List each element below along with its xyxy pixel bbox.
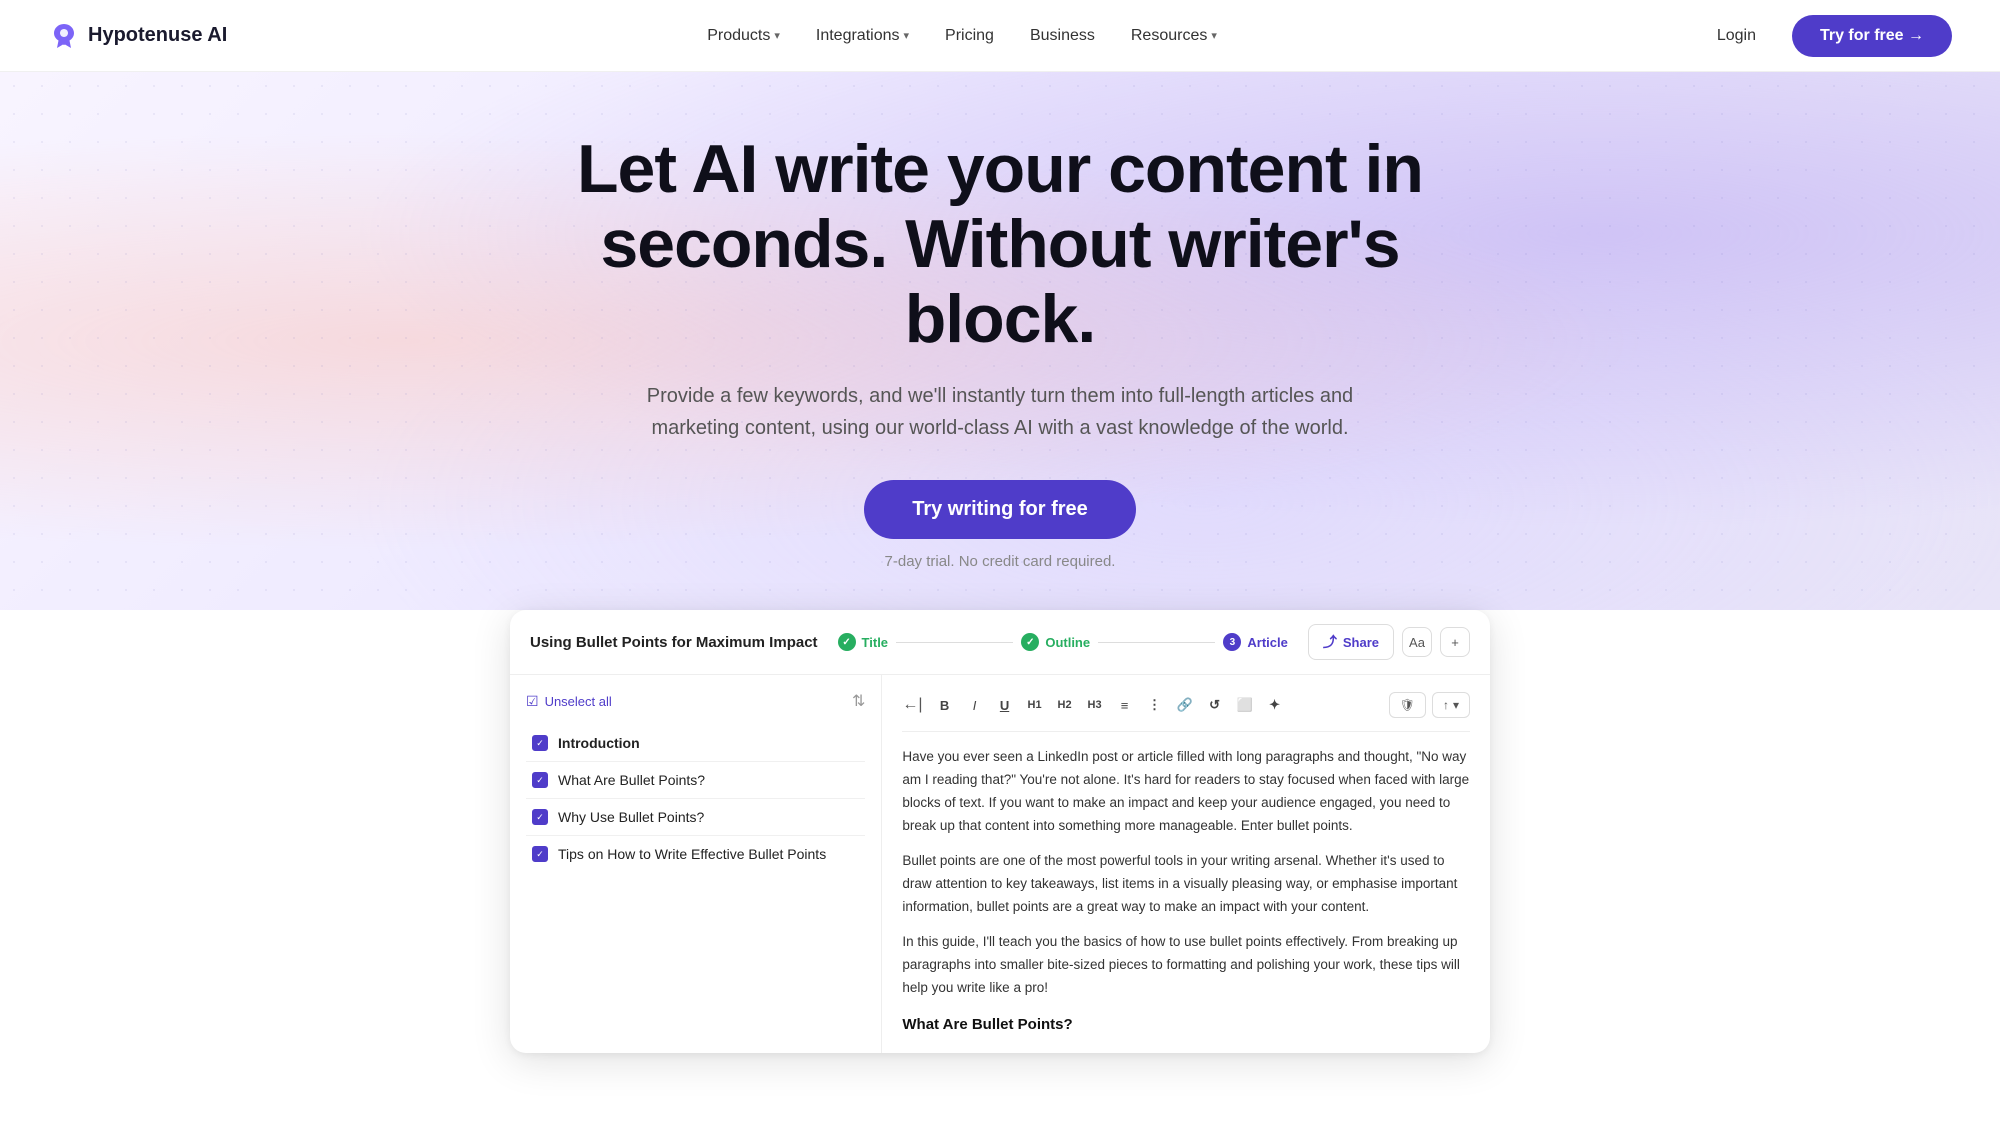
share-button[interactable]: ⤴ Share	[1308, 624, 1394, 660]
plus-icon: +	[1451, 635, 1459, 650]
nav-actions: Login Try for free →	[1697, 15, 1952, 57]
check-box[interactable]: ✓	[532, 809, 548, 825]
h3-button[interactable]: H3	[1081, 691, 1109, 719]
h2-button[interactable]: H2	[1051, 691, 1079, 719]
step-line-2	[1098, 642, 1215, 643]
logo[interactable]: Hypotenuse AI	[48, 20, 227, 52]
nav-item-integrations[interactable]: Integrations ▾	[800, 19, 925, 53]
step-article-label: Article	[1247, 635, 1287, 650]
article-paragraph-1: Have you ever seen a LinkedIn post or ar…	[902, 746, 1470, 838]
step-article: 3 Article	[1223, 633, 1287, 651]
chevron-down-icon: ▾	[774, 29, 780, 42]
nav-item-pricing[interactable]: Pricing	[929, 19, 1010, 53]
hero-section: Let AI write your content in seconds. Wi…	[0, 72, 2000, 610]
add-button[interactable]: +	[1440, 627, 1470, 657]
outline-item-tips: ✓ Tips on How to Write Effective Bullet …	[526, 836, 865, 872]
image-button[interactable]: ⬜	[1231, 691, 1259, 719]
login-button[interactable]: Login	[1697, 19, 1776, 53]
shield-button[interactable]: 🛡	[1389, 692, 1426, 718]
hero-title: Let AI write your content in seconds. Wi…	[550, 132, 1450, 356]
toolbar-right: 🛡 ↑ ▾	[1389, 692, 1470, 718]
h1-button[interactable]: H1	[1021, 691, 1049, 719]
step-check-icon: ✓	[838, 633, 856, 651]
share-icon: ⤴	[1323, 632, 1337, 652]
outline-item-label: What Are Bullet Points?	[558, 772, 705, 788]
step-title-label: Title	[862, 635, 889, 650]
step-check-icon: ✓	[1021, 633, 1039, 651]
translate-icon: Aa	[1409, 635, 1425, 650]
step-num-icon: 3	[1223, 633, 1241, 651]
translate-button[interactable]: Aa	[1402, 627, 1432, 657]
hero-subtitle: Provide a few keywords, and we'll instan…	[640, 380, 1360, 444]
navbar: Hypotenuse AI Products ▾ Integrations ▾ …	[0, 0, 2000, 72]
demo-header: Using Bullet Points for Maximum Impact ✓…	[510, 610, 1490, 675]
outline-item-what: ✓ What Are Bullet Points?	[526, 762, 865, 799]
demo-body: ☑ Unselect all ⇅ ✓ Introduction ✓ What A…	[510, 675, 1490, 1053]
link-button[interactable]: 🔗	[1171, 691, 1199, 719]
editor-toolbar: B I U H1 H2 H3 ≡ ⋮ 🔗 ↺ ⬜ ✦	[931, 691, 1470, 719]
outline-item-introduction: ✓ Introduction	[526, 725, 865, 762]
outline-item-why: ✓ Why Use Bullet Points?	[526, 799, 865, 836]
article-paragraph-2: Bullet points are one of the most powerf…	[902, 850, 1470, 919]
checkbox-icon: ☑	[526, 693, 539, 710]
nav-item-business[interactable]: Business	[1014, 19, 1111, 53]
demo-header-right: ⤴ Share Aa +	[1308, 624, 1470, 660]
outline-item-label: Why Use Bullet Points?	[558, 809, 704, 825]
extra-button[interactable]: ✦	[1261, 691, 1289, 719]
chevron-down-icon: ▾	[1453, 698, 1459, 712]
demo-right-panel: ←| B I U H1 H2 H3 ≡ ⋮ 🔗 ↺ ⬜ ✦	[882, 675, 1490, 1053]
demo-steps: ✓ Title ✓ Outline 3 Article	[838, 633, 1288, 651]
step-outline: ✓ Outline	[1021, 633, 1090, 651]
left-toolbar: ☑ Unselect all ⇅	[526, 691, 865, 711]
logo-text: Hypotenuse AI	[88, 24, 227, 47]
article-subheading: What Are Bullet Points?	[902, 1012, 1470, 1038]
try-free-button[interactable]: Try for free →	[1792, 15, 1952, 57]
chevron-down-icon: ▾	[1211, 29, 1217, 42]
unselect-all-button[interactable]: ☑ Unselect all	[526, 693, 612, 710]
nav-item-products[interactable]: Products ▾	[691, 19, 796, 53]
ordered-list-button[interactable]: ⋮	[1141, 691, 1169, 719]
article-content: Have you ever seen a LinkedIn post or ar…	[902, 746, 1470, 1037]
demo-card: Using Bullet Points for Maximum Impact ✓…	[510, 610, 1490, 1053]
outline-item-label: Tips on How to Write Effective Bullet Po…	[558, 846, 826, 862]
italic-button[interactable]: I	[961, 691, 989, 719]
step-line	[896, 642, 1013, 643]
step-outline-label: Outline	[1045, 635, 1090, 650]
check-box[interactable]: ✓	[532, 772, 548, 788]
shield-icon: 🛡	[1400, 698, 1415, 712]
sort-icon[interactable]: ⇅	[852, 691, 865, 711]
nav-links: Products ▾ Integrations ▾ Pricing Busine…	[691, 19, 1233, 53]
outline-item-label: Introduction	[558, 735, 640, 751]
doc-title: Using Bullet Points for Maximum Impact	[530, 634, 818, 651]
hero-note: 7-day trial. No credit card required.	[550, 553, 1450, 570]
upload-icon: ↑	[1443, 698, 1449, 712]
upload-button[interactable]: ↑ ▾	[1432, 692, 1470, 718]
hero-content: Let AI write your content in seconds. Wi…	[550, 132, 1450, 570]
article-paragraph-3: In this guide, I'll teach you the basics…	[902, 931, 1470, 1000]
back-arrow-icon[interactable]: ←|	[902, 696, 922, 714]
underline-button[interactable]: U	[991, 691, 1019, 719]
step-title: ✓ Title	[838, 633, 889, 651]
bold-button[interactable]: B	[931, 691, 959, 719]
check-box[interactable]: ✓	[532, 846, 548, 862]
back-area: ←| B I U H1 H2 H3 ≡ ⋮ 🔗 ↺ ⬜ ✦	[902, 691, 1470, 719]
check-box[interactable]: ✓	[532, 735, 548, 751]
undo-button[interactable]: ↺	[1201, 691, 1229, 719]
list-button[interactable]: ≡	[1111, 691, 1139, 719]
chevron-down-icon: ▾	[904, 29, 910, 42]
demo-left-panel: ☑ Unselect all ⇅ ✓ Introduction ✓ What A…	[510, 675, 882, 1053]
nav-item-resources[interactable]: Resources ▾	[1115, 19, 1233, 53]
demo-section: Using Bullet Points for Maximum Impact ✓…	[0, 610, 2000, 1053]
hero-cta-button[interactable]: Try writing for free	[864, 480, 1136, 539]
